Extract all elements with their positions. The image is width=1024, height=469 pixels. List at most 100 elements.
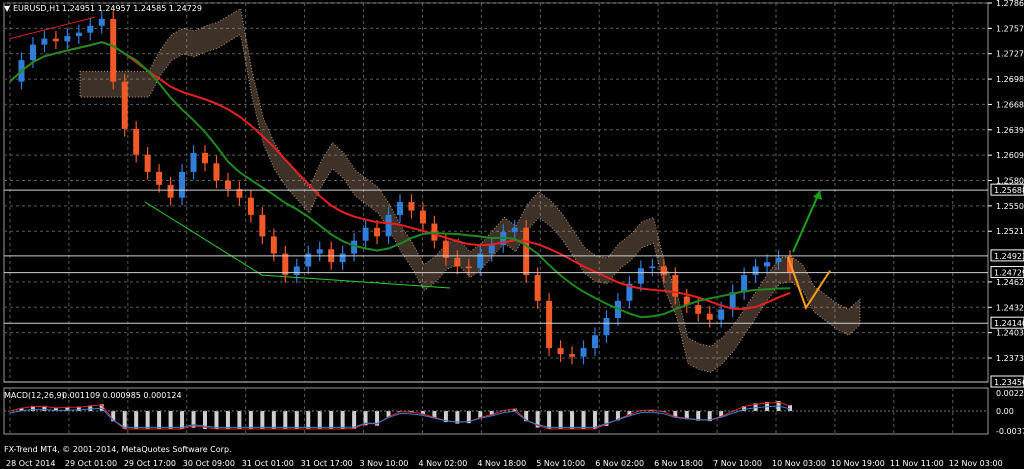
macd-bar <box>271 411 276 429</box>
macd-bar <box>306 411 311 429</box>
candle-body <box>660 266 667 276</box>
macd-bar <box>547 411 552 429</box>
macd-bar <box>570 411 575 429</box>
macd-tick-label: 0.002226 <box>996 389 1024 398</box>
macd-main-line <box>9 405 791 428</box>
price-tick-label: 1.23735 <box>996 354 1024 363</box>
candle-body <box>247 197 254 215</box>
candle-body <box>259 214 266 237</box>
macd-bar <box>168 411 173 429</box>
time-tick-label: 10 Nov 03:00 <box>772 459 826 468</box>
candle-body <box>339 253 346 263</box>
candle-body <box>442 240 449 258</box>
time-tick-label: 31 Oct 01:00 <box>242 459 294 468</box>
macd-tick-label: 0.00 <box>996 407 1014 416</box>
macd-bar <box>329 411 334 429</box>
candle-body <box>454 257 461 267</box>
candle-body <box>41 38 48 45</box>
candle-body <box>557 348 564 355</box>
macd-bar <box>558 411 563 429</box>
time-tick-label: 29 Oct 17:00 <box>124 459 176 468</box>
collapse-icon[interactable]: ▼ <box>4 4 11 13</box>
ohlc-quote: 1.24951 1.24957 1.24585 1.24729 <box>62 4 202 13</box>
candle-body <box>282 253 289 276</box>
macd-signal-line <box>9 401 791 430</box>
candle-body <box>488 244 495 254</box>
horizontal-levels: 1.25688 1.24923 1.24729 1.24140 1.23456 <box>4 183 1024 388</box>
time-tick-label: 3 Nov 10:00 <box>360 459 409 468</box>
time-tick-label: 5 Nov 10:00 <box>536 459 585 468</box>
time-tick-label: 6 Nov 02:00 <box>595 459 644 468</box>
price-tick-label: 1.26980 <box>996 75 1024 84</box>
macd-bar <box>180 411 185 429</box>
candle-body <box>52 38 59 42</box>
candle-body <box>75 32 82 37</box>
candle-body <box>741 275 748 293</box>
candle-body <box>385 214 392 237</box>
macd-bar <box>134 411 139 429</box>
macd-bar <box>248 411 253 429</box>
candle-body <box>603 318 610 336</box>
price-tick-label: 1.24325 <box>996 303 1024 312</box>
price-tick-label: 1.26095 <box>996 151 1024 160</box>
candle-body <box>419 210 426 224</box>
candle-body <box>87 25 94 33</box>
time-tick-label: 30 Oct 09:00 <box>183 459 235 468</box>
price-tick-label: 1.25505 <box>996 202 1024 211</box>
macd-bar <box>157 411 162 429</box>
candle-body <box>511 227 518 233</box>
macd-bar <box>225 411 230 429</box>
time-axis: 28 Oct 2014 29 Oct 01:00 29 Oct 17:00 30 Oc… <box>6 459 1003 468</box>
time-tick-label: 4 Nov 18:00 <box>477 459 526 468</box>
candle-body <box>569 354 576 357</box>
candle-body <box>752 266 759 276</box>
price-tick-label: 1.27865 <box>996 0 1024 8</box>
macd-bar <box>237 411 242 429</box>
macd-bar <box>581 411 586 429</box>
candle-body <box>213 163 220 181</box>
candle-body <box>98 18 105 26</box>
chart-canvas[interactable]: 1.25688 1.24923 1.24729 1.24140 1.23456 1.27… <box>0 0 1024 469</box>
macd-bar <box>283 411 288 429</box>
price-tick-label: 1.27275 <box>996 50 1024 59</box>
candle-body <box>202 153 208 164</box>
copyright-text: FX-Trend MT4, © 2001-2014, MetaQuotes So… <box>4 445 232 454</box>
candle-body <box>706 313 713 320</box>
macd-bar <box>294 411 299 429</box>
candle-body <box>293 266 300 276</box>
candle-body <box>362 227 369 241</box>
candle-body <box>718 309 725 320</box>
level-price-label: 1.25688 <box>994 186 1024 195</box>
projection-up-line <box>792 190 821 253</box>
candle-body <box>534 275 541 301</box>
candle-body <box>156 171 163 185</box>
macd-bar <box>317 411 322 429</box>
macd-bar <box>260 411 265 429</box>
time-tick-label: 11 Nov 11:00 <box>890 459 944 468</box>
trend-line-green <box>144 201 263 276</box>
candle-body <box>179 171 186 198</box>
candle-body <box>592 335 598 349</box>
macd-bar <box>593 411 597 429</box>
macd-values: 0.001109 0.000985 0.000124 <box>62 391 182 400</box>
macd-tick-label: -0.003784 <box>996 427 1024 436</box>
time-tick-label: 7 Nov 10:00 <box>713 459 762 468</box>
candle-body <box>64 36 71 42</box>
price-tick-label: 1.26390 <box>996 126 1024 135</box>
candle-body <box>374 227 381 237</box>
candle-body <box>408 201 415 211</box>
candle-body <box>775 257 782 263</box>
time-tick-label: 12 Nov 03:00 <box>949 459 1003 468</box>
time-tick-label: 31 Oct 17:00 <box>301 459 353 468</box>
time-tick-label: 6 Nov 18:00 <box>654 459 703 468</box>
candle-body <box>133 128 140 155</box>
candle-body <box>144 154 151 172</box>
candle-body <box>224 180 231 190</box>
price-tick-label: 1.24620 <box>996 278 1024 287</box>
time-tick-label: 10 Nov 19:00 <box>831 459 885 468</box>
macd-bar <box>340 411 345 429</box>
candle-body <box>764 262 771 267</box>
candle-body <box>316 249 323 254</box>
price-tick-label: 1.27570 <box>996 24 1024 33</box>
level-price-label: 1.23456 <box>994 378 1024 387</box>
